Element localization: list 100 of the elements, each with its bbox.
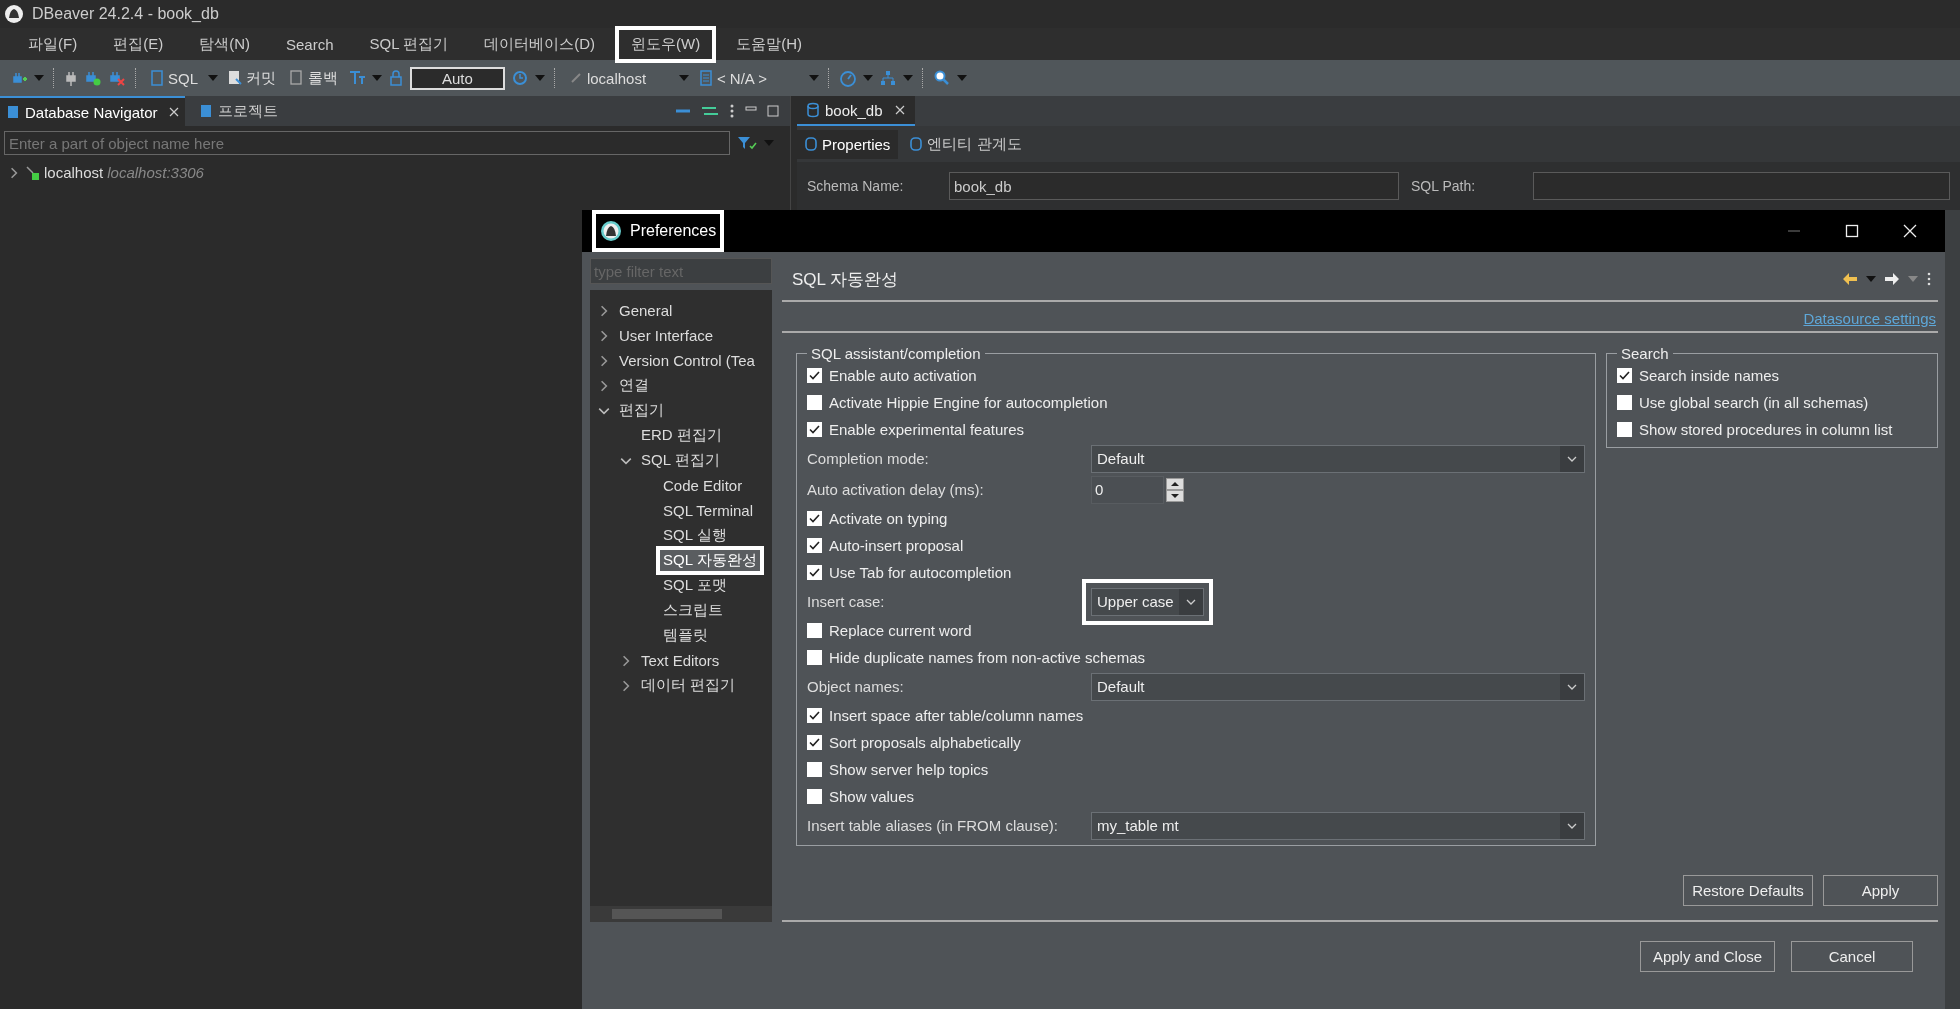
tree-item[interactable]: Text Editors xyxy=(638,651,723,670)
menu-item[interactable]: 윈도우(W) xyxy=(623,31,709,57)
tree-item[interactable]: 연결 xyxy=(616,375,652,396)
checkbox[interactable] xyxy=(807,422,822,437)
chevron-right-icon[interactable] xyxy=(8,166,20,179)
input-field[interactable] xyxy=(1533,172,1950,200)
close-icon[interactable] xyxy=(894,105,905,115)
filter-icon[interactable] xyxy=(736,134,758,152)
tree-item[interactable]: SQL Terminal xyxy=(660,501,757,520)
checkbox[interactable] xyxy=(807,708,822,723)
checkbox[interactable] xyxy=(1617,368,1632,383)
close-icon[interactable] xyxy=(168,107,179,117)
dialog-button[interactable]: Cancel xyxy=(1791,941,1913,972)
editor-subtab[interactable]: Properties xyxy=(797,129,899,159)
chevron-right-icon[interactable] xyxy=(598,304,610,317)
chevron-right-icon[interactable] xyxy=(598,329,610,342)
menu-item[interactable]: 편집(E) xyxy=(105,31,172,57)
editor-subtab[interactable]: 엔티티 관계도 xyxy=(902,128,1030,160)
transaction-mode-button[interactable]: Auto xyxy=(410,66,505,90)
checkbox[interactable] xyxy=(807,395,822,410)
tree-item[interactable]: General xyxy=(616,301,676,320)
checkbox[interactable] xyxy=(807,650,822,665)
dropdown-arrow-icon[interactable] xyxy=(902,75,913,81)
dialog-button[interactable]: Restore Defaults xyxy=(1683,875,1813,906)
plug-disconnect-icon[interactable] xyxy=(108,69,126,87)
editor-tab[interactable]: book_db xyxy=(797,96,915,126)
spinner-arrows-icon[interactable] xyxy=(1166,477,1184,502)
tree-item[interactable]: localhost xyxy=(44,164,104,181)
tree-item[interactable]: 데이터 편집기 xyxy=(638,675,739,696)
dropdown[interactable]: my_table mt xyxy=(1091,811,1585,840)
scrollbar[interactable] xyxy=(590,906,772,922)
dropdown[interactable]: Default xyxy=(1091,672,1585,701)
checkbox[interactable] xyxy=(807,623,822,638)
dropdown-arrow-icon[interactable] xyxy=(956,75,967,81)
back-arrow-icon[interactable] xyxy=(1842,272,1858,286)
more-icon[interactable] xyxy=(728,103,736,119)
checkbox[interactable] xyxy=(807,762,822,777)
schema-selector[interactable]: < N/A > xyxy=(694,69,803,87)
rollback-button[interactable]: 롤백 xyxy=(286,68,342,88)
search-field[interactable]: Enter a part of object name here xyxy=(4,131,730,155)
checkbox[interactable] xyxy=(807,735,822,750)
hierarchy-icon[interactable] xyxy=(878,69,897,87)
checkbox[interactable] xyxy=(807,565,822,580)
tree-item[interactable]: SQL 실행 xyxy=(660,525,730,546)
dropdown-arrow-icon[interactable] xyxy=(534,75,545,81)
plug-icon[interactable] xyxy=(64,69,78,87)
dropdown-arrow-icon[interactable] xyxy=(678,75,689,81)
tree-item[interactable]: User Interface xyxy=(616,326,717,345)
dropdown-arrow-icon[interactable] xyxy=(808,75,819,81)
search-icon[interactable] xyxy=(932,69,951,87)
tree-item[interactable]: 템플릿 xyxy=(660,625,711,646)
tree-item[interactable]: Code Editor xyxy=(660,476,746,495)
panel-tab[interactable]: 프로젝트 xyxy=(192,96,284,126)
tree-item[interactable]: 스크립트 xyxy=(660,600,726,621)
menu-item[interactable]: SQL 편집기 xyxy=(361,31,457,57)
dropdown[interactable]: Upper case xyxy=(1091,587,1204,616)
plug-connect-icon[interactable] xyxy=(84,69,102,87)
tree-item[interactable]: 편집기 xyxy=(616,400,667,421)
sql-editor-button[interactable]: SQL xyxy=(146,69,202,87)
dropdown-arrow-icon[interactable] xyxy=(372,75,382,81)
menu-item[interactable]: 데이터베이스(D) xyxy=(476,31,603,57)
tree-item[interactable]: SQL 자동완성 xyxy=(660,550,760,571)
dropdown-arrow-icon[interactable] xyxy=(1866,276,1876,282)
dropdown[interactable]: Default xyxy=(1091,444,1585,473)
checkbox[interactable] xyxy=(807,789,822,804)
menu-item[interactable]: 파일(F) xyxy=(20,31,86,57)
forward-arrow-icon[interactable] xyxy=(1884,272,1900,286)
chevron-right-icon[interactable] xyxy=(598,379,610,392)
link-icon[interactable] xyxy=(700,104,720,118)
checkbox[interactable] xyxy=(807,368,822,383)
checkbox-label: Show stored procedures in column list xyxy=(1639,421,1893,438)
number-field[interactable]: 0 xyxy=(1091,475,1164,504)
more-icon[interactable] xyxy=(1926,272,1932,286)
dropdown-arrow-icon[interactable] xyxy=(862,75,873,81)
dropdown-arrow-icon[interactable] xyxy=(1908,276,1918,282)
dropdown-arrow-icon[interactable] xyxy=(34,75,44,81)
menu-item[interactable]: 탐색(N) xyxy=(191,31,258,57)
chevron-right-icon[interactable] xyxy=(620,679,632,692)
checkbox[interactable] xyxy=(1617,395,1632,410)
commit-button[interactable]: 커밋 xyxy=(224,68,280,88)
lock-icon[interactable] xyxy=(388,69,404,87)
tree-item[interactable]: SQL 편집기 xyxy=(638,450,723,471)
tree-item[interactable]: Version Control (Tea xyxy=(616,351,758,370)
dialog-button[interactable]: Apply and Close xyxy=(1640,941,1775,972)
dropdown-arrow-icon[interactable] xyxy=(208,75,218,81)
connection-selector[interactable]: localhost xyxy=(564,69,673,87)
menu-item[interactable]: 도움말(H) xyxy=(728,31,810,57)
gauge-icon[interactable] xyxy=(838,69,857,87)
dialog-button[interactable]: Apply xyxy=(1823,875,1938,906)
history-icon[interactable] xyxy=(510,69,529,87)
chevron-right-icon[interactable] xyxy=(620,654,632,667)
input-field[interactable]: book_db xyxy=(949,172,1399,200)
tree-item[interactable]: SQL 포맷 xyxy=(660,575,730,596)
tree-item[interactable]: ERD 편집기 xyxy=(638,425,725,446)
panel-tab[interactable]: Database Navigator xyxy=(0,96,185,126)
menu-item[interactable]: Search xyxy=(278,32,342,56)
checkbox[interactable] xyxy=(807,511,822,526)
checkbox[interactable] xyxy=(807,538,822,553)
checkbox[interactable] xyxy=(1617,422,1632,437)
chevron-right-icon[interactable] xyxy=(598,354,610,367)
